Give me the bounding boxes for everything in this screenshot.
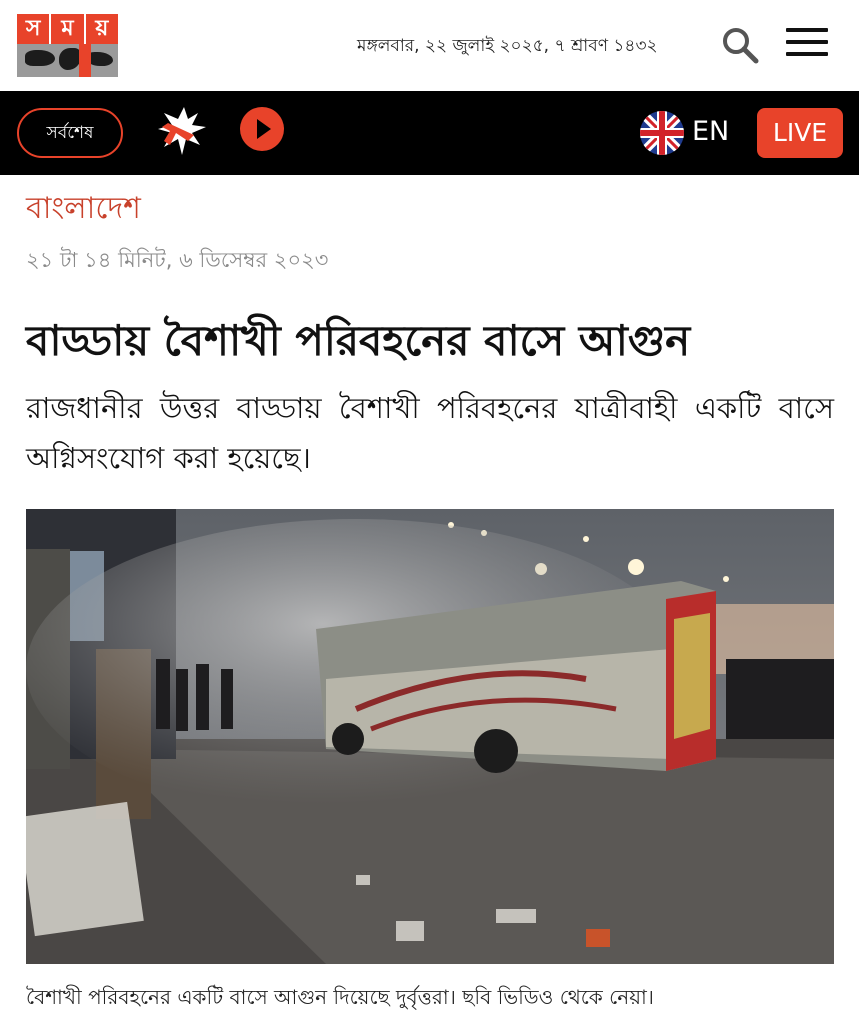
play-icon[interactable] (240, 107, 284, 151)
world-map-icon (17, 44, 118, 77)
language-switch[interactable]: EN (692, 115, 729, 149)
logo-letter: স (17, 14, 52, 44)
hamburger-menu-icon[interactable] (786, 28, 828, 60)
article-timestamp: ২১ টা ১৪ মিনিট, ৬ ডিসেম্বর ২০২৩ (26, 248, 329, 272)
current-date: মঙ্গলবার, ২২ জুলাই ২০২৫, ৭ শ্রাবণ ১৪৩২ (357, 36, 658, 56)
logo-letter: য় (95, 16, 109, 41)
article-category[interactable]: বাংলাদেশ (26, 184, 141, 235)
logo-letter: ম (51, 14, 86, 44)
top-header: স ম য় মঙ্গলবার, ২২ জুলাই ২০২৫, ৭ শ্রাবণ… (0, 0, 859, 91)
photo-caption: বৈশাখী পরিবহনের একটি বাসে আগুন দিয়েছে দ… (26, 985, 654, 1009)
article-headline: বাড্ডায় বৈশাখী পরিবহনের বাসে আগুন (26, 316, 691, 365)
somoy-logo[interactable]: স ম য় (17, 14, 118, 77)
live-button[interactable]: LIVE (757, 108, 843, 158)
latest-news-button[interactable]: সর্বশেষ (17, 108, 123, 158)
uk-flag-icon[interactable] (640, 111, 684, 155)
search-icon[interactable] (720, 25, 760, 65)
article-summary: রাজধানীর উত্তর বাড্ডায় বৈশাখী পরিবহনের … (26, 391, 834, 475)
nav-bar: সর্বশেষ EN LIVE (0, 91, 859, 175)
logo-wordmark: স ম য় (17, 14, 118, 44)
article-photo (26, 509, 834, 964)
breaking-news-icon[interactable] (154, 105, 208, 159)
